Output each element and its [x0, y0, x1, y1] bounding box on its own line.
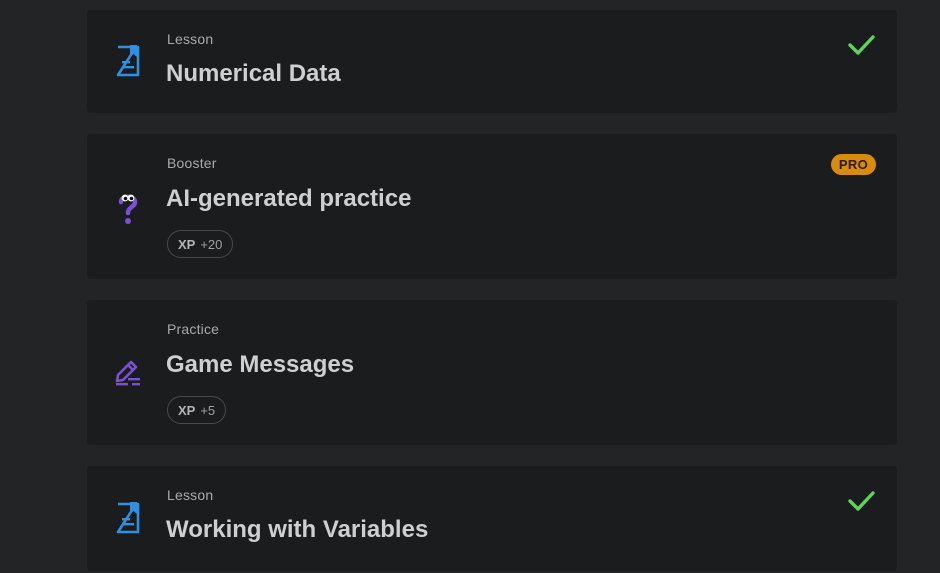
practice-card[interactable]: Practice Game Messages XP +5 — [87, 300, 897, 445]
lesson-card[interactable]: Lesson Working with Variables — [87, 466, 897, 571]
checkmark-icon — [848, 35, 875, 55]
card-title: AI-generated practice — [166, 185, 412, 212]
xp-badge: XP +5 — [167, 396, 227, 424]
lesson-icon — [112, 500, 144, 536]
card-title: Working with Variables — [166, 516, 429, 543]
card-type-label: Lesson — [167, 487, 214, 503]
xp-label: XP — [178, 236, 196, 252]
question-mark-icon — [112, 190, 144, 226]
pro-badge: PRO — [830, 154, 876, 175]
card-title: Game Messages — [166, 351, 355, 378]
pencil-icon — [112, 354, 144, 390]
xp-label: XP — [178, 402, 196, 418]
checkmark-icon — [848, 491, 875, 511]
card-type-label: Booster — [167, 155, 217, 171]
card-type-label: Lesson — [167, 31, 214, 47]
lesson-icon — [112, 43, 144, 79]
card-title: Numerical Data — [166, 60, 341, 87]
card-type-label: Practice — [167, 321, 220, 337]
xp-value: +5 — [200, 402, 216, 418]
booster-card[interactable]: Booster AI-generated practice XP +20 PRO — [87, 134, 897, 279]
xp-value: +20 — [200, 236, 223, 252]
xp-badge: XP +20 — [167, 230, 234, 258]
lesson-card[interactable]: Lesson Numerical Data — [87, 10, 897, 113]
